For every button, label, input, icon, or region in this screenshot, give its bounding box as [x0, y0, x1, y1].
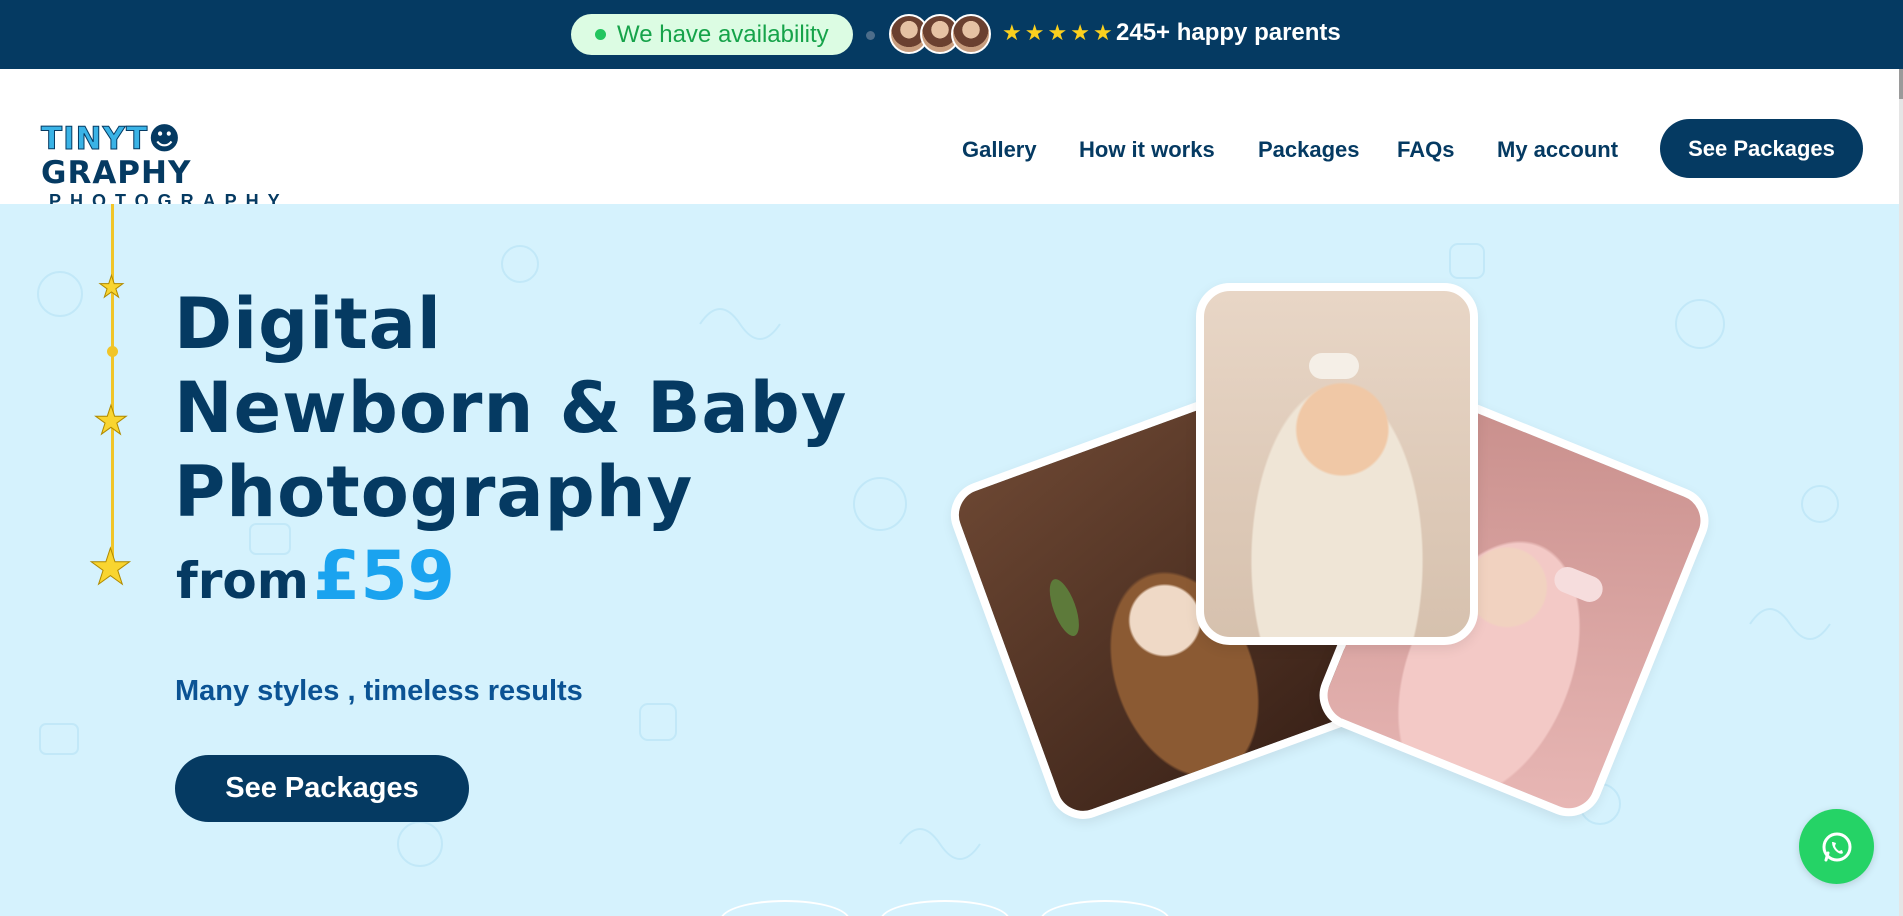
logo-baby-icon: ☻: [148, 121, 182, 157]
logo-text: GRAPHY: [41, 155, 192, 191]
hero-see-packages-button[interactable]: See Packages: [175, 755, 469, 822]
hanging-star-icon: ★: [88, 539, 134, 596]
hanging-string: [111, 204, 114, 574]
availability-text: We have availability: [617, 20, 829, 48]
hero-title-line3: Photography: [174, 451, 694, 533]
string-bead: [107, 346, 118, 357]
hero-title-line2: Newborn & Baby: [174, 367, 848, 449]
star-icon: ★: [1047, 20, 1068, 45]
scrollbar[interactable]: [1899, 69, 1903, 916]
happy-parents-count: 245+ happy parents: [1116, 19, 1341, 46]
whatsapp-icon: [1822, 832, 1851, 861]
announcement-bar: We have availability ★ ★ ★ ★ ★ 245+ happ…: [0, 0, 1903, 69]
status-dot-icon: [595, 29, 606, 40]
availability-badge: We have availability: [571, 14, 853, 55]
header-see-packages-button[interactable]: See Packages: [1660, 119, 1863, 178]
nav-packages[interactable]: Packages: [1258, 137, 1360, 163]
whatsapp-button[interactable]: [1799, 809, 1874, 884]
star-icon: ★: [1070, 20, 1090, 45]
nav-gallery[interactable]: Gallery: [962, 137, 1037, 163]
nav-how-it-works[interactable]: How it works: [1079, 137, 1215, 163]
parent-avatars: [889, 14, 991, 54]
site-logo[interactable]: TINYT☻GRAPHY PHOTOGRAPHY: [40, 121, 286, 212]
hanging-star-icon: ★: [98, 271, 126, 305]
leaf-decoration: [1043, 575, 1085, 640]
star-icon: ★: [1092, 20, 1113, 45]
baby-photo-center: [1196, 283, 1478, 645]
nav-my-account[interactable]: My account: [1497, 137, 1618, 163]
price-value: £59: [313, 537, 455, 616]
hero-title-line1: Digital: [174, 283, 442, 365]
section-divider-arcs: [700, 900, 1300, 916]
avatar: [951, 14, 991, 54]
nav-faqs[interactable]: FAQs: [1397, 137, 1454, 163]
headband-bow: [1550, 563, 1607, 606]
hero-tagline: Many styles , timeless results: [175, 675, 583, 707]
star-icon: ★: [1024, 20, 1045, 45]
scrollbar-thumb[interactable]: [1899, 69, 1903, 99]
price-prefix: from: [176, 552, 309, 610]
logo-text: TINYT: [40, 121, 149, 157]
headband-bow: [1309, 353, 1359, 379]
hanging-star-icon: ★: [93, 399, 130, 444]
star-icon: ★: [1002, 20, 1022, 45]
separator-dot: [866, 31, 875, 40]
rating-stars: ★ ★ ★ ★ ★: [1002, 21, 1113, 45]
